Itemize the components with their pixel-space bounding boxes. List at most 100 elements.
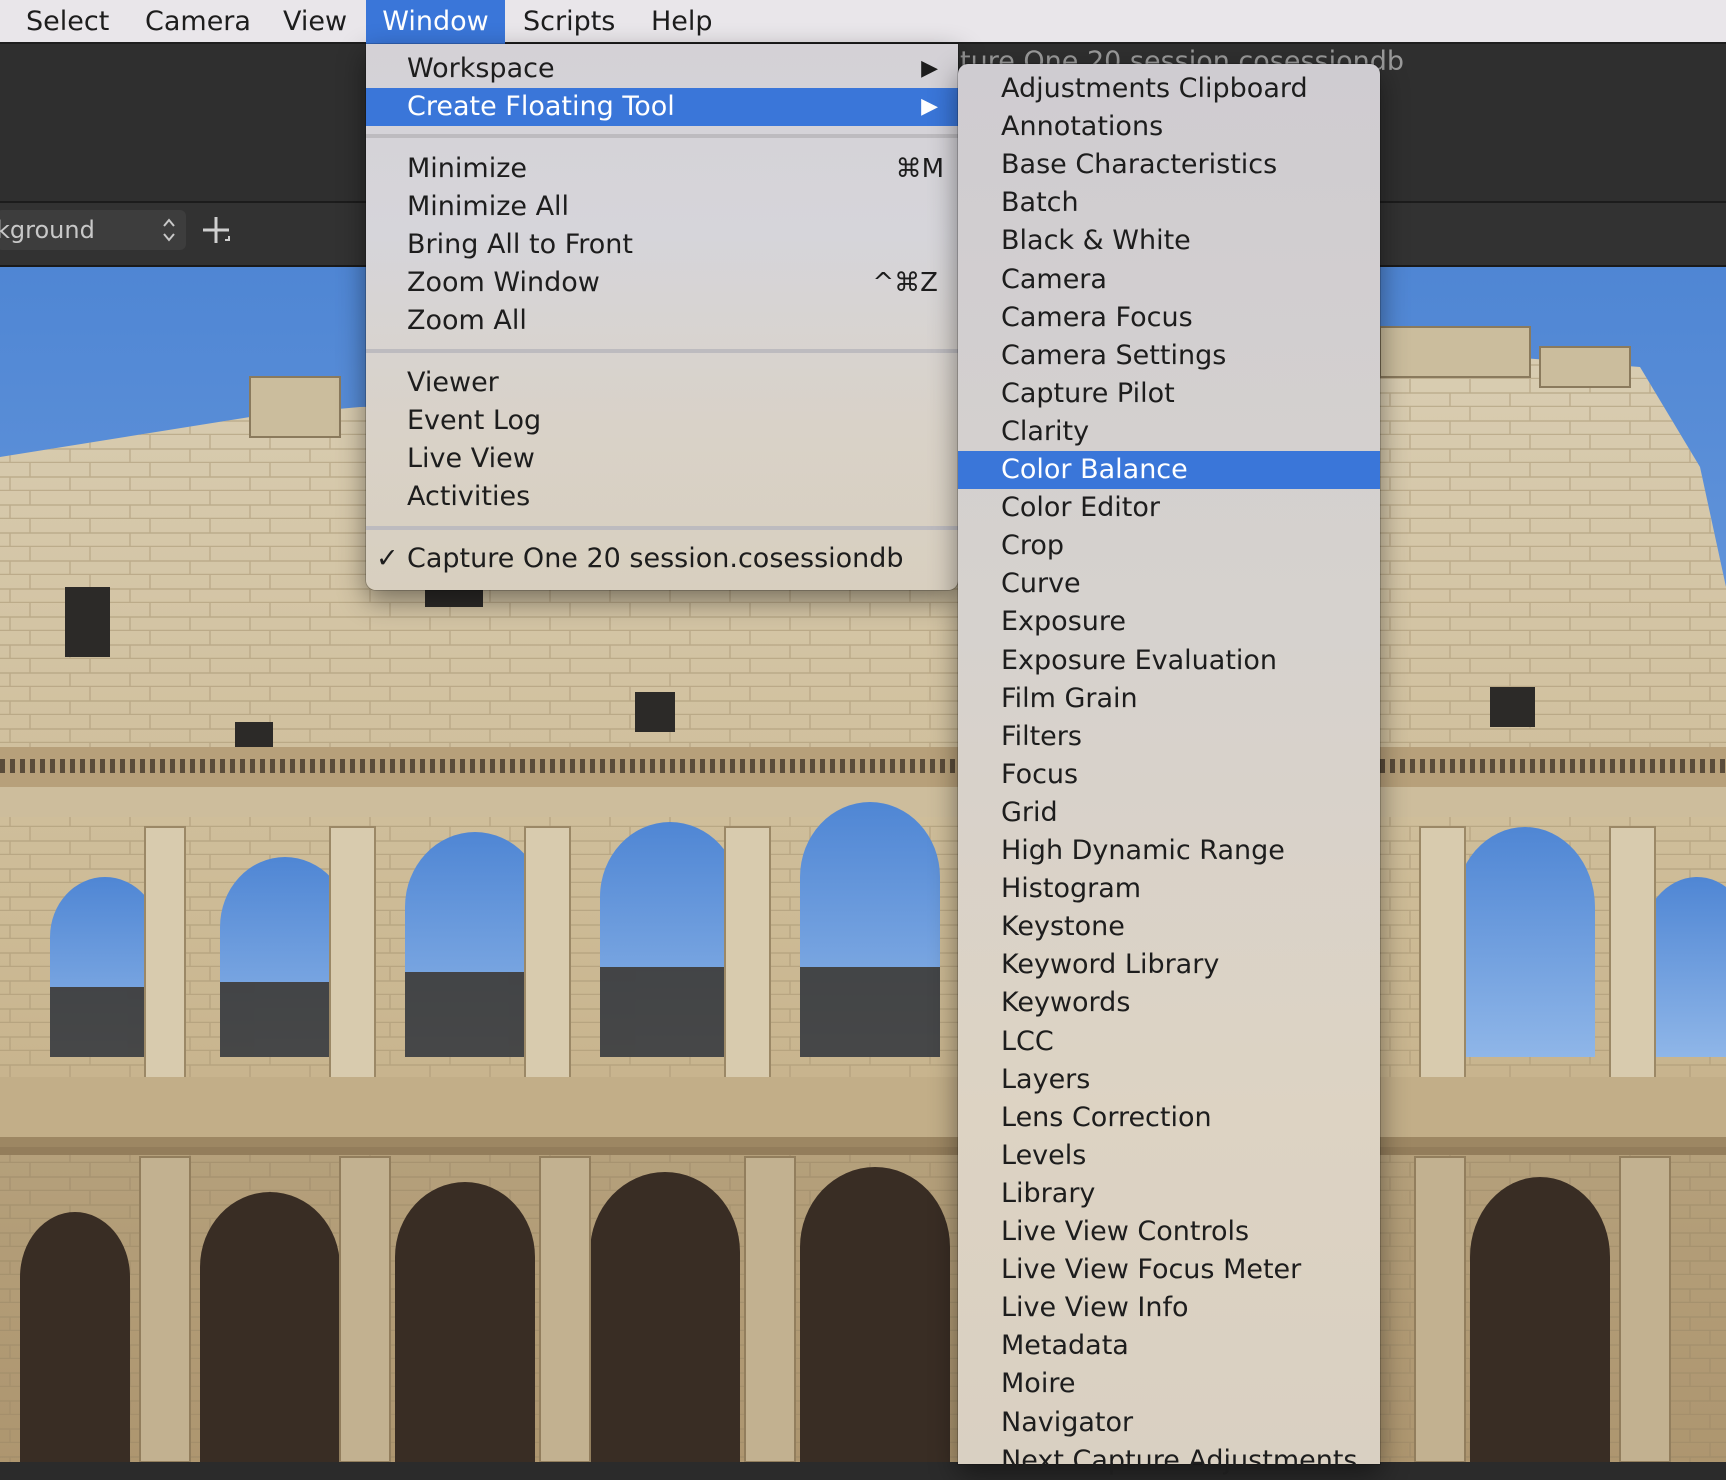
menu-item-event-log[interactable]: Event Log [366,402,958,440]
submenu-item-label: Camera Focus [1001,301,1193,333]
menu-select[interactable]: Select [26,0,109,44]
submenu-item-crop[interactable]: Crop [958,527,1380,565]
submenu-item-filters[interactable]: Filters [958,718,1380,756]
submenu-item-navigator[interactable]: Navigator [958,1404,1380,1442]
menu-item-minimize-all-label: Minimize All [407,191,570,222]
submenu-item-label: Lens Correction [1001,1101,1212,1133]
menu-item-live-view[interactable]: Live View [366,440,958,478]
submenu-item-focus[interactable]: Focus [958,756,1380,794]
submenu-item-label: High Dynamic Range [1001,835,1285,866]
submenu-item-exposure[interactable]: Exposure [958,603,1380,641]
submenu-item-lcc[interactable]: LCC [958,1023,1380,1061]
submenu-item-levels[interactable]: Levels [958,1137,1380,1175]
layer-select[interactable]: kground [0,210,186,250]
submenu-item-live-view-info[interactable]: Live View Info [958,1289,1380,1327]
submenu-item-label: Exposure [1001,606,1126,638]
menu-item-minimize-all[interactable]: Minimize All [366,188,958,226]
submenu-item-camera-settings[interactable]: Camera Settings [958,337,1380,375]
submenu-item-label: Film Grain [1001,682,1138,714]
submenu-item-label: Camera Settings [1001,339,1227,371]
menu-item-workspace-label: Workspace [407,53,555,84]
menu-item-zoom-window[interactable]: Zoom Window ^⌘Z [366,264,958,302]
submenu-item-label: Live View Info [1001,1292,1189,1324]
submenu-item-label: Curve [1001,568,1081,600]
submenu-item-label: Black & White [1001,225,1191,257]
submenu-item-curve[interactable]: Curve [958,565,1380,603]
submenu-item-next-capture-adjustments[interactable]: Next Capture Adjustments [958,1442,1380,1480]
menu-item-minimize[interactable]: Minimize ⌘M [366,150,958,188]
submenu-item-annotations[interactable]: Annotations [958,108,1380,146]
menu-view[interactable]: View [283,0,347,44]
submenu-item-label: Adjustments Clipboard [1001,73,1308,104]
submenu-item-keyword-library[interactable]: Keyword Library [958,946,1380,984]
menu-window[interactable]: Window [366,0,505,44]
submenu-item-label: Levels [1001,1139,1087,1171]
layer-select-value: kground [0,216,95,244]
submenu-item-high-dynamic-range[interactable]: High Dynamic Range [958,832,1380,870]
submenu-item-label: Color Balance [1001,454,1188,485]
menu-item-create-floating-tool-label: Create Floating Tool [407,91,675,122]
submenu-item-color-editor[interactable]: Color Editor [958,489,1380,527]
menu-item-live-view-label: Live View [407,443,535,474]
submenu-item-lens-correction[interactable]: Lens Correction [958,1099,1380,1137]
menu-help[interactable]: Help [651,0,713,44]
menu-item-bring-all-to-front[interactable]: Bring All to Front [366,226,958,264]
submenu-item-label: Keyword Library [1001,949,1220,981]
menu-item-zoom-all-label: Zoom All [407,305,527,336]
menu-item-activities[interactable]: Activities [366,478,958,516]
submenu-item-keywords[interactable]: Keywords [958,984,1380,1022]
submenu-item-label: Filters [1001,720,1082,752]
add-layer-icon[interactable] [198,212,234,248]
submenu-item-label: Capture Pilot [1001,377,1175,409]
menu-item-viewer-label: Viewer [407,367,499,398]
submenu-item-film-grain[interactable]: Film Grain [958,680,1380,718]
submenu-arrow-icon: ▶ [921,56,938,81]
submenu-item-label: Metadata [1001,1330,1129,1362]
submenu-item-black-and-white[interactable]: Black & White [958,222,1380,260]
submenu-item-keystone[interactable]: Keystone [958,908,1380,946]
submenu-item-layers[interactable]: Layers [958,1061,1380,1099]
submenu-item-moire[interactable]: Moire [958,1365,1380,1403]
submenu-item-histogram[interactable]: Histogram [958,870,1380,908]
menu-item-minimize-label: Minimize [407,153,527,184]
submenu-item-color-balance[interactable]: Color Balance [958,451,1380,489]
menu-scripts[interactable]: Scripts [523,0,615,44]
submenu-item-label: Focus [1001,758,1079,790]
submenu-arrow-icon: ▶ [921,94,938,119]
menu-camera[interactable]: Camera [145,0,251,44]
submenu-item-label: Library [1001,1177,1096,1209]
menu-item-workspace[interactable]: Workspace ▶ [366,50,958,88]
minimize-shortcut: ⌘M [895,154,944,184]
menu-item-zoom-all[interactable]: Zoom All [366,302,958,340]
submenu-item-batch[interactable]: Batch [958,184,1380,222]
submenu-item-exposure-evaluation[interactable]: Exposure Evaluation [958,642,1380,680]
submenu-item-live-view-controls[interactable]: Live View Controls [958,1213,1380,1251]
submenu-item-base-characteristics[interactable]: Base Characteristics [958,146,1380,184]
submenu-item-grid[interactable]: Grid [958,794,1380,832]
submenu-item-label: Clarity [1001,415,1090,447]
menu-item-create-floating-tool[interactable]: Create Floating Tool ▶ [366,88,958,126]
submenu-item-label: Keystone [1001,911,1125,943]
submenu-item-clarity[interactable]: Clarity [958,413,1380,451]
submenu-item-label: Base Characteristics [1001,149,1278,181]
submenu-item-camera-focus[interactable]: Camera Focus [958,299,1380,337]
submenu-item-capture-pilot[interactable]: Capture Pilot [958,375,1380,413]
submenu-item-live-view-focus-meter[interactable]: Live View Focus Meter [958,1251,1380,1289]
stepper-chevrons-icon [163,218,175,242]
menu-item-viewer[interactable]: Viewer [366,364,958,402]
submenu-item-label: Grid [1001,796,1058,828]
submenu-item-metadata[interactable]: Metadata [958,1327,1380,1365]
submenu-item-adjustments-clipboard[interactable]: Adjustments Clipboard [958,70,1380,108]
submenu-item-library[interactable]: Library [958,1175,1380,1213]
menu-item-session[interactable]: ✓ Capture One 20 session.cosessiondb [366,540,958,578]
submenu-item-label: Batch [1001,187,1079,219]
menu-item-zoom-window-label: Zoom Window [407,267,600,298]
menu-bar: Select Camera View Window Scripts Help [0,0,1726,44]
create-floating-tool-submenu: Adjustments Clipboard Annotations Base Cha… [958,64,1380,1476]
submenu-item-label: Annotations [1001,111,1164,143]
menu-item-session-label: Capture One 20 session.cosessiondb [407,543,904,574]
menu-item-event-log-label: Event Log [407,405,542,436]
submenu-item-label: Moire [1001,1368,1076,1400]
submenu-item-label: Live View Focus Meter [1001,1254,1302,1286]
submenu-item-camera[interactable]: Camera [958,261,1380,299]
